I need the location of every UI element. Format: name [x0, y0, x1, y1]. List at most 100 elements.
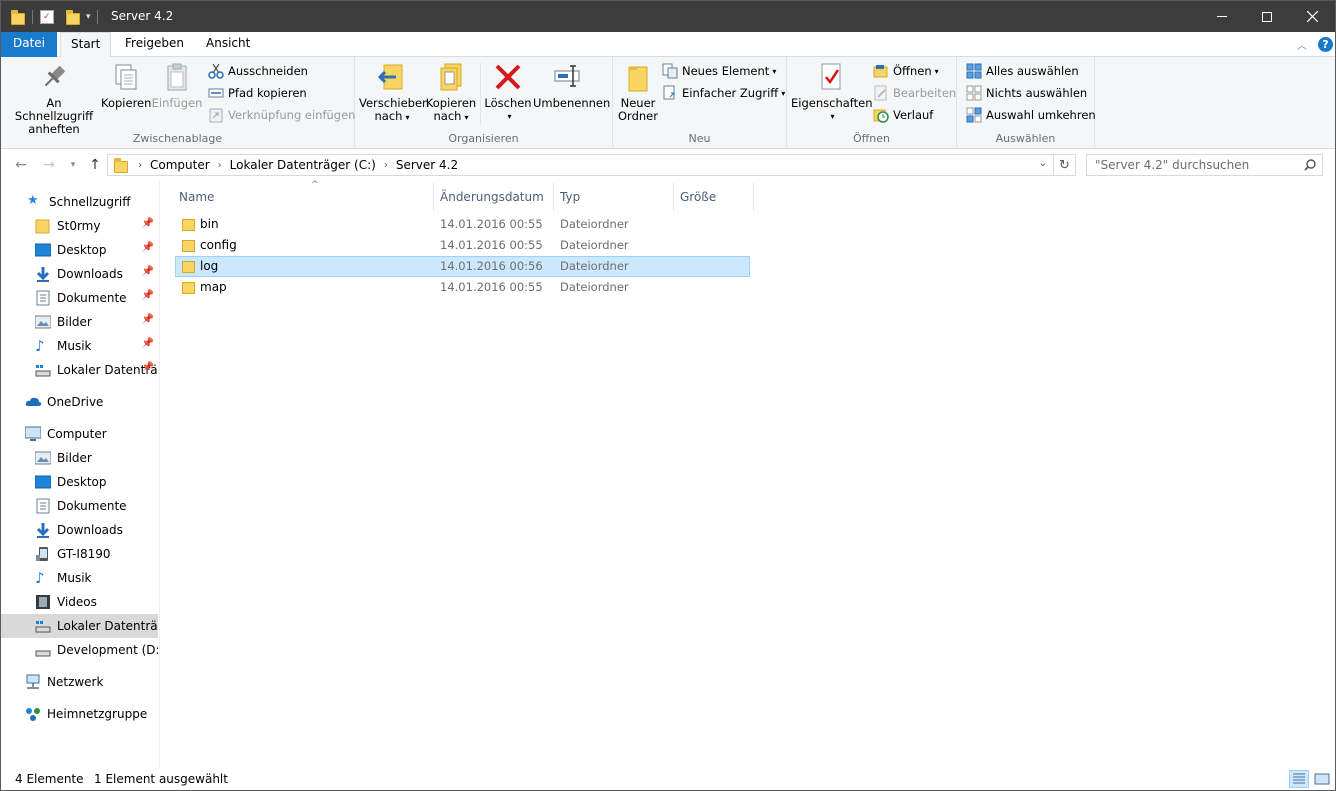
maximize-button[interactable]	[1244, 1, 1290, 32]
sidebar-item-downloads[interactable]: Downloads 📌	[1, 262, 158, 286]
sidebar-item-homegroup[interactable]: Heimnetzgruppe	[1, 702, 158, 726]
table-row-selected[interactable]: log 14.01.2016 00:56 Dateiordner	[175, 256, 750, 277]
sidebar-item-computer-documents[interactable]: Dokumente	[1, 494, 158, 518]
sidebar-item-videos[interactable]: Videos	[1, 590, 158, 614]
pin-icon[interactable]: 📌	[142, 266, 154, 277]
sidebar-item-computer-desktop[interactable]: Desktop	[1, 470, 158, 494]
history-button[interactable]: Verlauf	[873, 105, 933, 125]
breadcrumb-computer[interactable]: Computer	[150, 158, 210, 172]
back-button[interactable]: ←	[11, 155, 31, 175]
breadcrumb-server[interactable]: Server 4.2	[396, 158, 458, 172]
customize-toolbar-dropdown-icon[interactable]: ▾	[86, 12, 91, 22]
sidebar-item-desktop[interactable]: Desktop 📌	[1, 238, 158, 262]
minimize-button[interactable]	[1199, 1, 1245, 32]
new-item-button[interactable]: Neues Element ▾	[662, 61, 776, 81]
sidebar-item-computer-pictures[interactable]: Bilder	[1, 446, 158, 470]
rename-button[interactable]: Umbenennen	[533, 61, 611, 110]
clipboard-group-label: Zwischenablage	[132, 132, 223, 145]
easy-access-button[interactable]: Einfacher Zugriff ▾	[662, 83, 785, 103]
tab-file[interactable]: Datei	[1, 32, 57, 57]
copy-path-button[interactable]: Pfad kopieren	[208, 83, 307, 103]
rename-label: Umbenennen	[533, 96, 611, 110]
column-header-size[interactable]: Größe	[674, 183, 754, 211]
table-row[interactable]: config 14.01.2016 00:55 Dateiordner	[175, 235, 750, 256]
pin-icon[interactable]: 📌	[142, 242, 154, 253]
easy-access-label: Einfacher Zugriff	[682, 86, 779, 100]
properties-button[interactable]: Eigenschaften ▾	[791, 61, 873, 123]
new-folder-button[interactable]: Neuer Ordner	[617, 61, 659, 123]
column-header-name[interactable]: Name ^	[173, 180, 434, 211]
paste-icon	[161, 61, 193, 93]
select-all-button[interactable]: Alles auswählen	[966, 61, 1079, 81]
edit-button[interactable]: Bearbeiten	[873, 83, 956, 103]
delete-button[interactable]: Löschen ▾	[483, 61, 533, 123]
details-view-button[interactable]	[1289, 770, 1309, 788]
file-list: Name ^ Änderungsdatum Typ Größe bin 14.0…	[161, 180, 1335, 768]
sidebar-item-quick-access[interactable]: ★ Schnellzugriff	[1, 190, 158, 214]
large-icons-view-button[interactable]	[1312, 770, 1332, 788]
search-icon[interactable]	[1304, 155, 1316, 177]
move-to-button[interactable]: Verschieben nach ▾	[359, 61, 429, 124]
open-button[interactable]: Öffnen ▾	[873, 61, 939, 81]
sidebar-item-computer-downloads[interactable]: Downloads	[1, 518, 158, 542]
copy-to-button[interactable]: Kopieren nach ▾	[425, 61, 477, 124]
breadcrumb-separator-icon: ›	[383, 159, 388, 171]
properties-quick-icon[interactable]: ✓	[40, 9, 54, 24]
recent-locations-button[interactable]: ▾	[63, 155, 83, 175]
pin-quick-access-button[interactable]: An Schnellzugriff anheften	[7, 61, 101, 136]
table-row[interactable]: bin 14.01.2016 00:55 Dateiordner	[175, 214, 750, 235]
file-date: 14.01.2016 00:55	[440, 238, 543, 252]
address-dropdown-icon[interactable]: ⌄	[1039, 158, 1047, 169]
sidebar-item-label: Bilder	[57, 315, 92, 329]
paste-button[interactable]: Einfügen	[151, 61, 203, 110]
navigation-pane: ★ Schnellzugriff St0rmy 📌 Desktop 📌 Down…	[1, 181, 160, 768]
tab-view[interactable]: Ansicht	[196, 32, 260, 57]
sidebar-item-gt-i8190[interactable]: GT-I8190	[1, 542, 158, 566]
sidebar-item-computer[interactable]: Computer	[1, 422, 158, 446]
forward-button[interactable]: →	[39, 155, 59, 175]
sidebar-item-local-drive-quick[interactable]: Lokaler Datenträ 📌	[1, 358, 158, 382]
pin-icon[interactable]: 📌	[142, 338, 154, 349]
chevron-down-icon: ▾	[772, 66, 777, 76]
column-header-date[interactable]: Änderungsdatum	[434, 183, 554, 211]
sidebar-item-label: Lokaler Datenträger	[57, 619, 158, 633]
collapse-ribbon-icon[interactable]: ︿	[1297, 37, 1307, 52]
select-none-button[interactable]: Nichts auswählen	[966, 83, 1087, 103]
cut-button[interactable]: Ausschneiden	[208, 61, 308, 81]
up-button[interactable]: ↑	[85, 155, 105, 175]
file-name: config	[200, 238, 237, 252]
sidebar-item-st0rmy[interactable]: St0rmy 📌	[1, 214, 158, 238]
sidebar-item-onedrive[interactable]: OneDrive	[1, 390, 158, 414]
sidebar-item-documents[interactable]: Dokumente 📌	[1, 286, 158, 310]
column-header-type[interactable]: Typ	[554, 183, 674, 211]
pin-icon[interactable]: 📌	[142, 290, 154, 301]
copy-label: Kopieren	[101, 96, 152, 110]
table-row[interactable]: map 14.01.2016 00:55 Dateiordner	[175, 277, 750, 298]
refresh-button[interactable]: ↻	[1054, 154, 1076, 176]
breadcrumb-drive-c[interactable]: Lokaler Datenträger (C:)	[230, 158, 376, 172]
help-icon[interactable]: ?	[1318, 37, 1333, 52]
pin-icon[interactable]: 📌	[142, 314, 154, 325]
pin-icon[interactable]: 📌	[142, 362, 154, 373]
pin-icon[interactable]: 📌	[142, 218, 154, 229]
edit-icon	[873, 85, 889, 101]
sidebar-item-network[interactable]: Netzwerk	[1, 670, 158, 694]
sidebar-item-pictures[interactable]: Bilder 📌	[1, 310, 158, 334]
address-bar[interactable]: › Computer › Lokaler Datenträger (C:) › …	[107, 154, 1054, 176]
sidebar-item-development-d[interactable]: Development (D:)	[1, 638, 158, 662]
copy-button[interactable]: Kopieren	[101, 61, 151, 110]
new-folder-quick-icon[interactable]	[66, 9, 80, 25]
sidebar-item-computer-music[interactable]: ♪ Musik	[1, 566, 158, 590]
paste-shortcut-button[interactable]: Verknüpfung einfügen	[208, 105, 355, 125]
search-input[interactable]: "Server 4.2" durchsuchen	[1086, 154, 1323, 176]
close-button[interactable]	[1289, 1, 1335, 32]
tab-share[interactable]: Freigeben	[115, 32, 194, 57]
sidebar-item-local-drive[interactable]: Lokaler Datenträger	[1, 614, 158, 638]
invert-selection-button[interactable]: Auswahl umkehren	[966, 105, 1096, 125]
sidebar-item-music[interactable]: ♪ Musik 📌	[1, 334, 158, 358]
copy-path-icon	[208, 85, 224, 101]
invert-selection-icon	[966, 107, 982, 123]
file-type: Dateiordner	[560, 238, 629, 252]
tab-start[interactable]: Start	[60, 32, 112, 58]
film-icon	[35, 594, 51, 610]
